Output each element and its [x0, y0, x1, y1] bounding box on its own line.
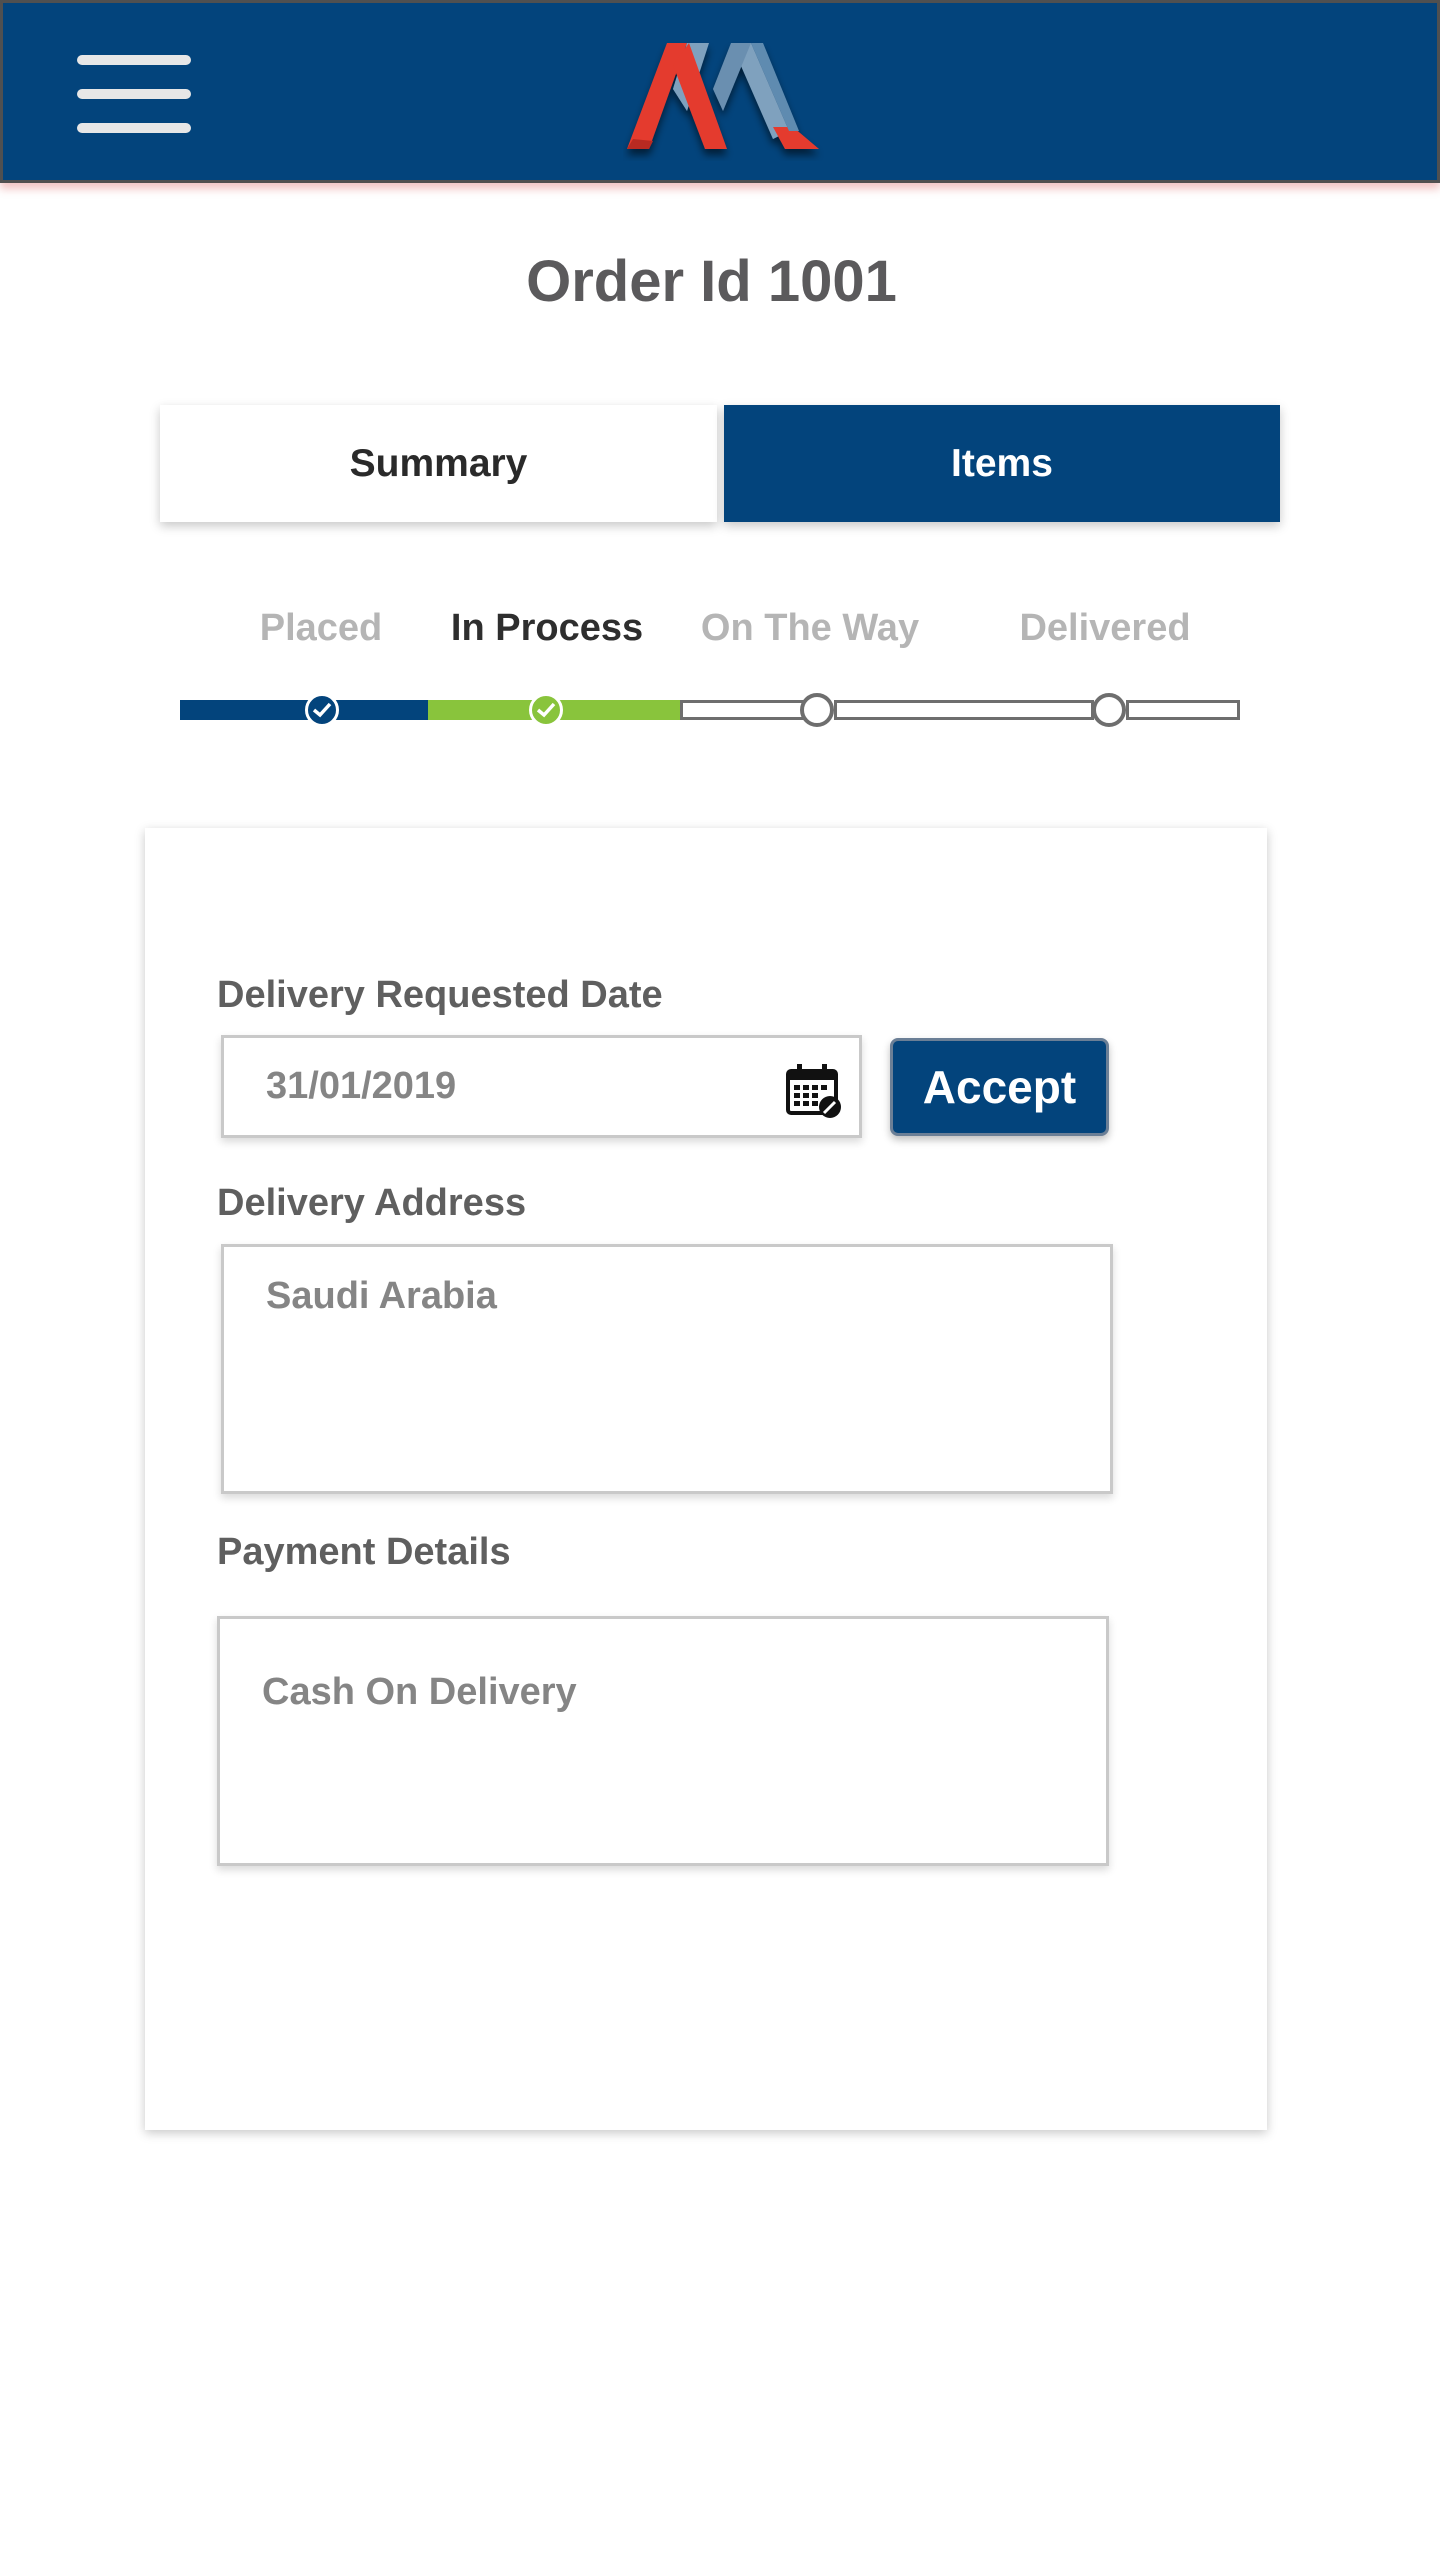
- tab-summary[interactable]: Summary: [160, 405, 717, 522]
- payment-details-value: Cash On Delivery: [262, 1671, 577, 1713]
- delivery-date-value: 31/01/2019: [266, 1065, 457, 1107]
- step-dot-placed-check-icon: [305, 693, 339, 727]
- progress-segment-pending: [1126, 700, 1240, 720]
- delivery-address-field[interactable]: Saudi Arabia: [221, 1244, 1113, 1494]
- step-label-placed: Placed: [259, 607, 383, 649]
- app-header: [0, 0, 1440, 183]
- progress-segment-placed: [180, 700, 428, 720]
- step-label-on-the-way: On The Way: [700, 607, 920, 649]
- accept-button[interactable]: Accept: [890, 1038, 1109, 1136]
- delivery-date-field[interactable]: 31/01/2019: [221, 1035, 862, 1138]
- step-dot-delivered: [1092, 693, 1126, 727]
- progress-segment-pending: [834, 700, 1094, 720]
- delivery-address-value: Saudi Arabia: [266, 1275, 497, 1317]
- tab-items[interactable]: Items: [724, 405, 1280, 522]
- payment-details-field[interactable]: Cash On Delivery: [217, 1616, 1109, 1866]
- step-dot-on-the-way: [800, 693, 834, 727]
- payment-details-label: Payment Details: [217, 1531, 511, 1573]
- order-details-card: Delivery Requested Date 31/01/2019 Accep…: [145, 828, 1267, 2130]
- progress-segment-pending: [680, 700, 812, 720]
- page-title: Order Id 1001: [526, 249, 897, 314]
- step-label-in-process: In Process: [450, 607, 644, 649]
- step-dot-in-process-check-icon: [529, 693, 563, 727]
- delivery-address-label: Delivery Address: [217, 1182, 527, 1224]
- step-label-delivered: Delivered: [1019, 607, 1191, 649]
- delivery-date-label: Delivery Requested Date: [217, 974, 663, 1016]
- brand-logo[interactable]: [623, 35, 825, 161]
- menu-bar: [77, 89, 191, 99]
- tab-summary-label: Summary: [349, 441, 528, 485]
- menu-bar: [77, 55, 191, 65]
- calendar-edit-icon[interactable]: [785, 1062, 843, 1120]
- menu-bar: [77, 123, 191, 133]
- hamburger-menu-icon[interactable]: [77, 55, 191, 137]
- tab-items-label: Items: [951, 441, 1053, 485]
